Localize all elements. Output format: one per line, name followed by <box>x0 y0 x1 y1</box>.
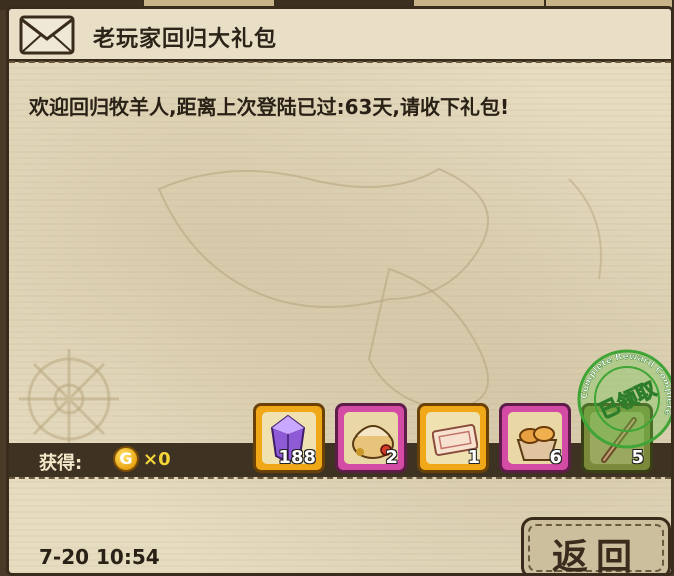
mail-panel: 老玩家回归大礼包 欢迎回归牧羊人,距离上次登陆已过:63天,请收下礼包! 获得:… <box>6 6 674 576</box>
reward-item-ticket[interactable]: 1 <box>417 403 489 473</box>
envelope-icon <box>19 15 75 55</box>
item-count: 6 <box>549 447 562 468</box>
item-count: 2 <box>385 447 398 468</box>
mail-message: 欢迎回归牧羊人,距离上次登陆已过:63天,请收下礼包! <box>29 95 510 119</box>
claimed-stamp: Complete Reward Complete 已领取 <box>577 349 671 449</box>
header-divider <box>9 61 671 63</box>
reward-item-bread[interactable]: 6 <box>499 403 571 473</box>
mail-header: 老玩家回归大礼包 <box>9 9 671 62</box>
map-background <box>19 167 602 449</box>
item-count: 1 <box>467 447 480 468</box>
reward-item-gem[interactable]: 188 <box>253 403 325 473</box>
return-button[interactable]: 返回 <box>521 517 671 576</box>
reward-divider <box>9 477 671 479</box>
item-count: 188 <box>278 447 316 468</box>
return-button-label: 返回 <box>551 537 640 576</box>
gain-label: 获得: <box>39 453 83 474</box>
mail-date: 7-20 10:54 <box>39 545 160 569</box>
mail-title: 老玩家回归大礼包 <box>93 27 278 52</box>
reward-item-food[interactable]: 2 <box>335 403 407 473</box>
mail-window: 老玩家回归大礼包 欢迎回归牧羊人,距离上次登陆已过:63天,请收下礼包! 获得:… <box>0 0 674 576</box>
gold-coin-icon: G <box>113 446 139 472</box>
coin-count: ×0 <box>143 449 171 470</box>
